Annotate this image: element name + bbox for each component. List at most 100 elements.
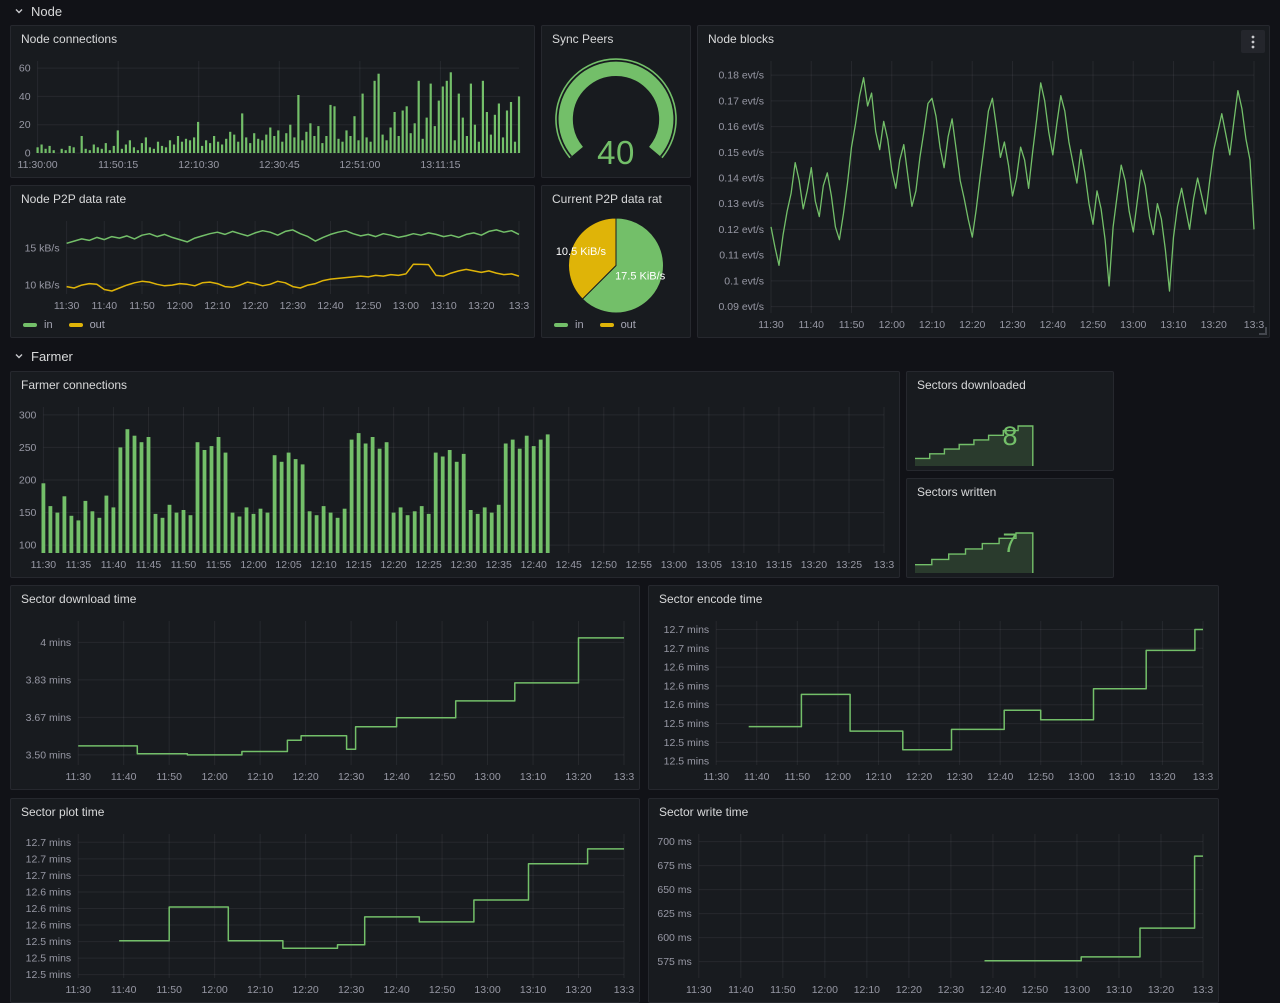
current-p2p-pie-chart[interactable]: 17.5 KiB/s 10.5 KiB/s <box>545 212 687 315</box>
svg-text:17.5 KiB/s: 17.5 KiB/s <box>615 270 666 282</box>
svg-text:12.5 mins: 12.5 mins <box>26 953 72 965</box>
panel-title[interactable]: Sectors downloaded <box>907 372 1085 398</box>
svg-text:12:00: 12:00 <box>825 771 851 783</box>
legend-label: in <box>44 319 53 331</box>
legend-item-in[interactable]: in <box>554 319 584 331</box>
svg-text:11:50: 11:50 <box>171 559 197 571</box>
svg-text:12:45: 12:45 <box>556 559 582 571</box>
svg-text:12:10: 12:10 <box>204 300 230 312</box>
panel-title[interactable]: Farmer connections <box>11 372 871 398</box>
svg-text:12:40: 12:40 <box>980 984 1006 996</box>
svg-text:13:00: 13:00 <box>474 984 500 996</box>
svg-text:0.15 evt/s: 0.15 evt/s <box>718 147 764 159</box>
svg-text:13:20: 13:20 <box>1149 771 1175 783</box>
svg-text:11:50: 11:50 <box>156 984 182 996</box>
panel-sectors-downloaded: Sectors downloaded 8 <box>906 371 1114 471</box>
svg-text:12.6 mins: 12.6 mins <box>664 680 710 692</box>
svg-text:11:40: 11:40 <box>728 984 754 996</box>
svg-text:3.50 mins: 3.50 mins <box>26 749 72 761</box>
panel-resize-handle[interactable] <box>1259 327 1267 335</box>
panel-title[interactable]: Sector download time <box>11 586 611 612</box>
svg-text:12:50: 12:50 <box>1028 771 1054 783</box>
svg-text:12:50: 12:50 <box>355 300 381 312</box>
svg-text:12:30: 12:30 <box>999 319 1025 331</box>
section-header-farmer[interactable]: Farmer <box>14 347 73 365</box>
panel-title[interactable]: Sectors written <box>907 479 1085 505</box>
svg-text:575 ms: 575 ms <box>657 956 691 968</box>
legend: in out <box>23 318 105 332</box>
svg-text:11:30: 11:30 <box>31 559 57 571</box>
panel-sector-download-time: Sector download time 11:3011:4011:5012:0… <box>10 585 640 790</box>
svg-text:13:00: 13:00 <box>1120 319 1146 331</box>
sector-write-time-chart[interactable]: 11:3011:4011:5012:0012:1012:2012:3012:40… <box>652 825 1215 999</box>
farmer-connections-chart[interactable]: 11:3011:3511:4011:4511:5011:5512:0012:05… <box>14 398 896 574</box>
svg-text:15 kB/s: 15 kB/s <box>25 242 60 254</box>
svg-text:12:20: 12:20 <box>896 984 922 996</box>
section-header-node[interactable]: Node <box>14 2 62 20</box>
panel-title[interactable]: Sync Peers <box>542 26 662 52</box>
panel-current-p2p-data-rate: Current P2P data rate 17.5 KiB/s 10.5 KiB… <box>541 185 691 338</box>
svg-text:13:20: 13:20 <box>468 300 494 312</box>
legend-label: in <box>575 319 584 331</box>
svg-text:13:10: 13:10 <box>1106 984 1132 996</box>
panel-title[interactable]: Node connections <box>11 26 506 52</box>
panel-title[interactable]: Current P2P data rate <box>542 186 662 212</box>
svg-text:12.7 mins: 12.7 mins <box>26 870 72 882</box>
panel-title[interactable]: Sector encode time <box>649 586 1190 612</box>
stat-value: 7 <box>910 528 1110 559</box>
panel-menu-button[interactable] <box>1241 30 1265 53</box>
svg-text:11:50: 11:50 <box>839 319 865 331</box>
node-p2p-chart[interactable]: 11:3011:4011:5012:0012:1012:2012:3012:40… <box>14 212 531 315</box>
panel-title[interactable]: Sector write time <box>649 799 1190 825</box>
node-blocks-chart[interactable]: 11:3011:4011:5012:0012:1012:2012:3012:40… <box>701 52 1266 334</box>
svg-text:12.7 mins: 12.7 mins <box>26 837 72 849</box>
svg-text:0: 0 <box>25 148 31 160</box>
svg-text:13:10: 13:10 <box>1160 319 1186 331</box>
svg-text:13:15: 13:15 <box>766 559 792 571</box>
svg-text:0.14 evt/s: 0.14 evt/s <box>718 173 764 185</box>
svg-text:11:40: 11:40 <box>744 771 770 783</box>
legend-item-out[interactable]: out <box>69 319 105 331</box>
svg-text:300: 300 <box>19 409 37 421</box>
svg-text:12:00: 12:00 <box>240 559 266 571</box>
svg-text:12:40: 12:40 <box>317 300 343 312</box>
svg-text:700 ms: 700 ms <box>657 836 691 848</box>
svg-text:150: 150 <box>19 507 37 519</box>
svg-text:12.5 mins: 12.5 mins <box>664 737 710 749</box>
svg-text:12:10: 12:10 <box>919 319 945 331</box>
svg-text:13:10: 13:10 <box>520 771 546 783</box>
svg-text:12:50: 12:50 <box>591 559 617 571</box>
svg-text:12:40: 12:40 <box>521 559 547 571</box>
sector-plot-time-chart[interactable]: 11:3011:4011:5012:0012:1012:2012:3012:40… <box>14 825 636 999</box>
panel-title[interactable]: Sector plot time <box>11 799 611 825</box>
panel-node-connections: Node connections 11:30:0011:50:1512:10:3… <box>10 25 535 178</box>
legend-item-out[interactable]: out <box>600 319 636 331</box>
svg-text:0.09 evt/s: 0.09 evt/s <box>718 301 764 313</box>
sector-download-time-chart[interactable]: 11:3011:4011:5012:0012:1012:2012:3012:40… <box>14 612 636 786</box>
svg-text:0.17 evt/s: 0.17 evt/s <box>718 95 764 107</box>
svg-text:13:10: 13:10 <box>430 300 456 312</box>
legend-swatch <box>600 323 614 327</box>
legend-label: out <box>90 319 105 331</box>
legend-swatch <box>69 323 83 327</box>
sector-encode-time-chart[interactable]: 11:3011:4011:5012:0012:1012:2012:3012:40… <box>652 612 1215 786</box>
svg-text:12.6 mins: 12.6 mins <box>664 662 710 674</box>
svg-text:13:20: 13:20 <box>1148 984 1174 996</box>
svg-text:675 ms: 675 ms <box>657 860 691 872</box>
legend-item-in[interactable]: in <box>23 319 53 331</box>
svg-text:12.5 mins: 12.5 mins <box>664 718 710 730</box>
svg-text:10.5 KiB/s: 10.5 KiB/s <box>556 246 607 258</box>
svg-text:13:20: 13:20 <box>1201 319 1227 331</box>
svg-text:12:51:00: 12:51:00 <box>339 159 380 171</box>
svg-text:11:30: 11:30 <box>65 771 91 783</box>
svg-text:12:30: 12:30 <box>946 771 972 783</box>
svg-text:600 ms: 600 ms <box>657 932 691 944</box>
node-connections-chart[interactable]: 11:30:0011:50:1512:10:3012:30:4512:51:00… <box>14 52 531 174</box>
panel-title[interactable]: Node blocks <box>698 26 1241 52</box>
svg-text:13:3: 13:3 <box>1193 771 1214 783</box>
svg-text:60: 60 <box>19 63 31 75</box>
panel-node-p2p-data-rate: Node P2P data rate 11:3011:4011:5012:001… <box>10 185 535 338</box>
svg-text:11:40: 11:40 <box>92 300 118 312</box>
svg-text:13:10: 13:10 <box>731 559 757 571</box>
panel-title[interactable]: Node P2P data rate <box>11 186 506 212</box>
